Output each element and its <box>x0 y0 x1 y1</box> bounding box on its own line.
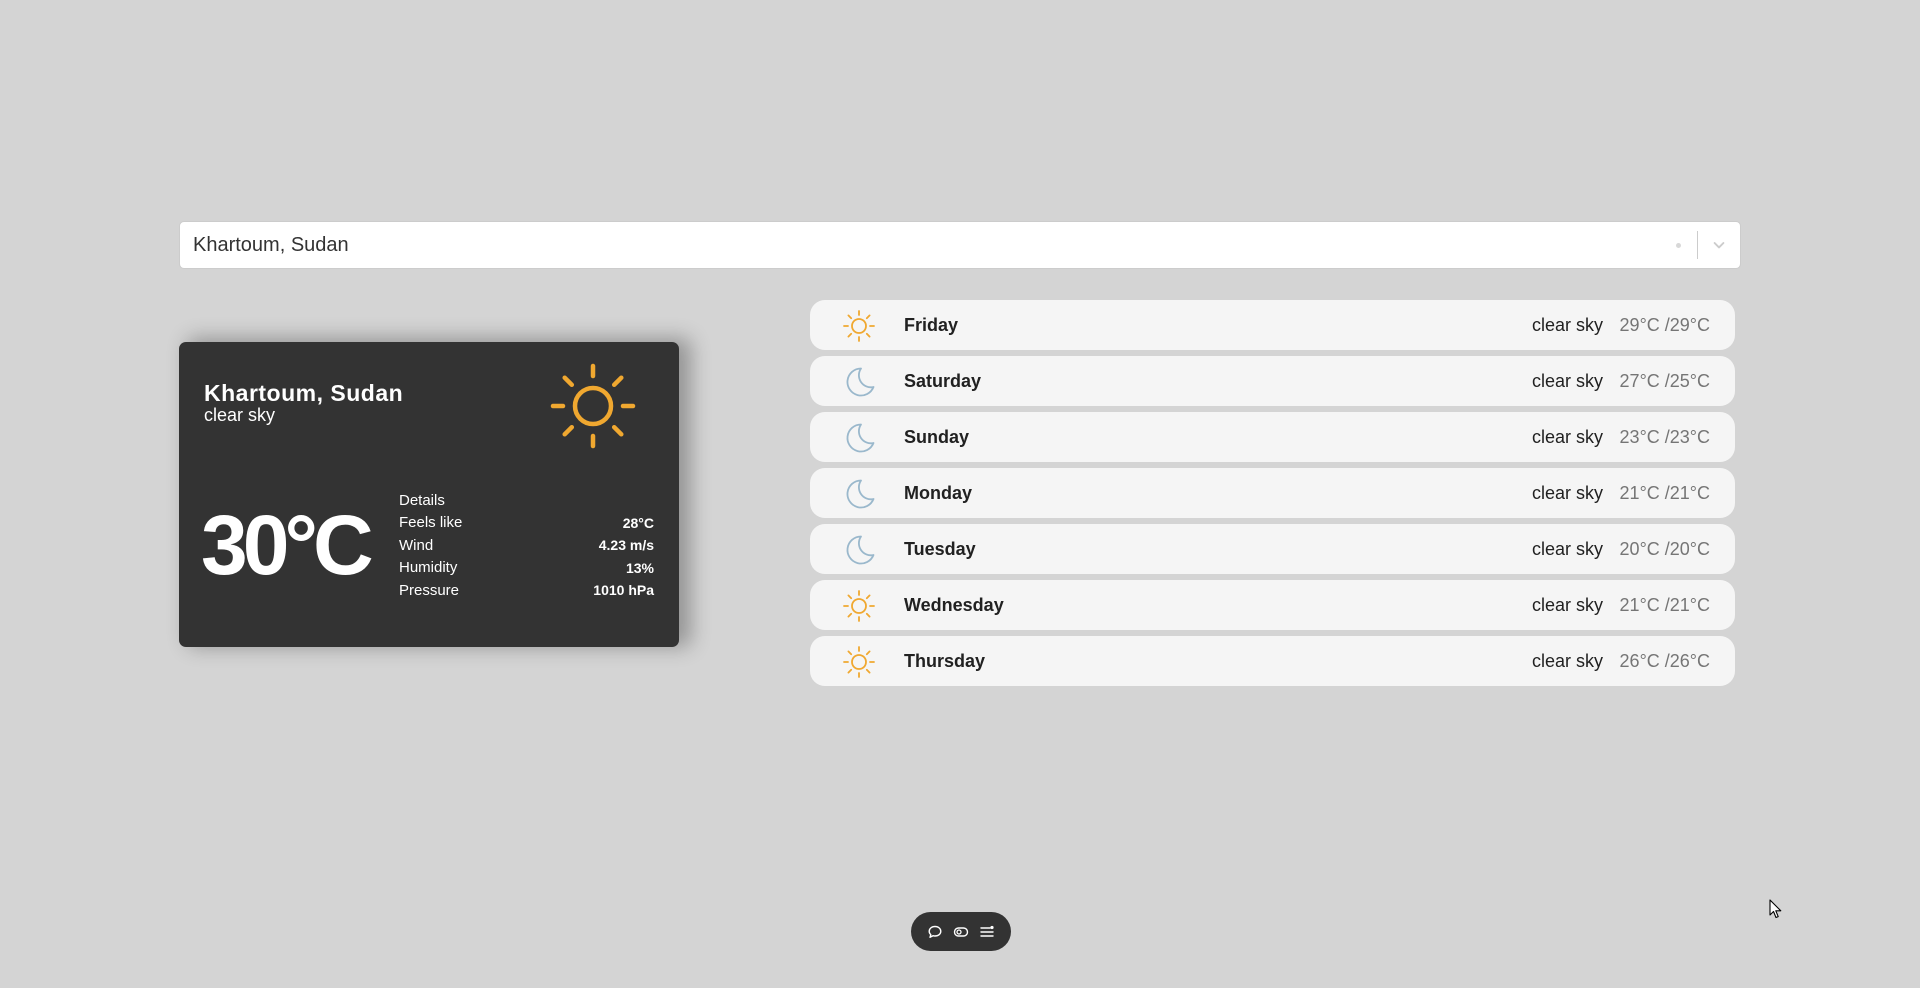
forecast-temps: 23°C /23°C <box>1619 426 1710 447</box>
weather-description: clear sky <box>204 405 276 425</box>
forecast-item-wednesday[interactable]: Wednesday clear sky 21°C /21°C <box>810 580 1735 630</box>
forecast-temps: 29°C /29°C <box>1619 314 1710 335</box>
detail-value: 13% <box>625 559 654 576</box>
moon-icon <box>842 533 876 567</box>
forecast-day: Sunday <box>904 426 970 447</box>
detail-label: Pressure <box>399 581 460 599</box>
forecast-description: clear sky <box>1531 538 1603 559</box>
moon-icon <box>842 365 876 399</box>
forecast-day: Wednesday <box>904 594 1004 615</box>
select-indicators <box>1676 222 1740 268</box>
forecast-description: clear sky <box>1531 426 1603 447</box>
forecast-description: clear sky <box>1531 482 1603 503</box>
forecast-day: Friday <box>904 314 959 335</box>
forecast-description: clear sky <box>1531 594 1603 615</box>
forecast-item-friday[interactable]: Friday clear sky 29°C /29°C <box>810 300 1735 350</box>
sun-icon <box>549 362 637 450</box>
floating-toolbar <box>911 912 1011 951</box>
forecast-day: Thursday <box>904 650 986 671</box>
detail-row-feels-like: Feels like 28°C <box>399 512 654 535</box>
detail-label: Humidity <box>399 559 458 577</box>
forecast-description: clear sky <box>1531 650 1603 671</box>
forecast-temps: 20°C /20°C <box>1619 538 1710 559</box>
detail-label: Wind <box>399 536 434 554</box>
forecast-item-monday[interactable]: Monday clear sky 21°C /21°C <box>810 468 1735 518</box>
forecast-item-saturday[interactable]: Saturday clear sky 27°C /25°C <box>810 356 1735 406</box>
detail-value: 4.23 m/s <box>598 537 654 554</box>
sun-icon <box>842 309 876 343</box>
forecast-day: Monday <box>904 482 973 503</box>
detail-value: 28°C <box>622 514 654 531</box>
city-search-select[interactable]: Khartoum, Sudan <box>179 221 1741 269</box>
loading-indicator <box>1676 242 1681 248</box>
moon-icon <box>842 421 876 455</box>
forecast-day: Saturday <box>904 370 982 391</box>
forecast-temps: 21°C /21°C <box>1619 594 1710 615</box>
chevron-down-icon[interactable] <box>1708 234 1730 256</box>
weather-details: Details Feels like 28°C Wind 4.23 m/s Hu… <box>399 489 654 602</box>
forecast-day: Tuesday <box>904 538 976 559</box>
forecast-item-thursday[interactable]: Thursday clear sky 26°C /26°C <box>810 636 1735 686</box>
mouse-cursor-icon <box>1769 899 1783 919</box>
forecast-item-tuesday[interactable]: Tuesday clear sky 20°C /20°C <box>810 524 1735 574</box>
forecast-item-sunday[interactable]: Sunday clear sky 23°C /23°C <box>810 412 1735 462</box>
current-weather-card: Khartoum, Sudan clear sky 30°C Details F… <box>179 342 679 647</box>
detail-row-pressure: Pressure 1010 hPa <box>399 579 654 602</box>
forecast-temps: 21°C /21°C <box>1619 482 1710 503</box>
sun-icon <box>842 589 876 623</box>
forecast-description: clear sky <box>1531 370 1603 391</box>
forecast-list: Friday clear sky 29°C /29°C Saturday cle… <box>810 300 1735 692</box>
indicator-separator <box>1697 231 1698 259</box>
forecast-temps: 27°C /25°C <box>1619 370 1710 391</box>
search-input[interactable]: Khartoum, Sudan <box>180 234 1676 257</box>
toggle-icon[interactable] <box>951 922 971 942</box>
sun-icon <box>842 645 876 679</box>
moon-icon <box>842 477 876 511</box>
detail-row-wind: Wind 4.23 m/s <box>399 534 654 557</box>
forecast-temps: 26°C /26°C <box>1619 650 1710 671</box>
detail-value: 1010 hPa <box>593 582 654 599</box>
current-temperature: 30°C <box>201 498 374 592</box>
details-header: Details <box>399 489 654 512</box>
detail-label: Feels like <box>399 514 463 532</box>
city-name: Khartoum, Sudan <box>204 380 404 406</box>
chat-icon[interactable] <box>925 922 945 942</box>
detail-row-humidity: Humidity 13% <box>399 557 654 580</box>
menu-icon[interactable] <box>977 922 997 942</box>
forecast-description: clear sky <box>1531 314 1603 335</box>
details-label: Details <box>399 491 445 509</box>
